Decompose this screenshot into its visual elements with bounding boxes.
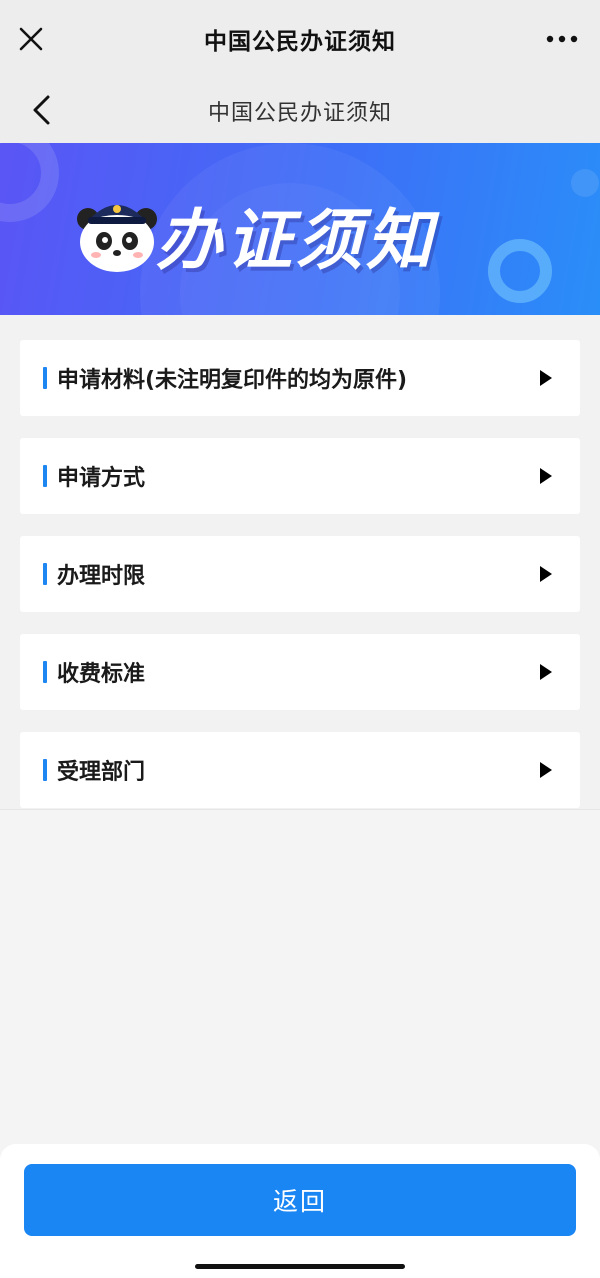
accent-bar xyxy=(43,563,47,585)
accent-bar xyxy=(43,465,47,487)
triangle-right-icon xyxy=(540,566,552,582)
return-button[interactable]: 返回 xyxy=(24,1164,576,1236)
accent-bar xyxy=(43,661,47,683)
accent-bar xyxy=(43,759,47,781)
more-dots-icon[interactable] xyxy=(542,22,582,56)
wechat-title: 中国公民办证须知 xyxy=(204,29,396,55)
footer-panel: 返回 xyxy=(0,1144,600,1278)
banner: 办证须知 xyxy=(0,143,600,315)
section-item-time-limit[interactable]: 办理时限 xyxy=(20,536,580,612)
page-title: 中国公民办证须知 xyxy=(207,100,392,126)
home-indicator xyxy=(195,1264,405,1269)
section-item-label: 申请材料(未注明复印件的均为原件) xyxy=(57,368,408,393)
wechat-title-bar: 中国公民办证须知 xyxy=(0,0,600,78)
panda-police-mascot xyxy=(77,205,157,272)
chevron-left-icon[interactable] xyxy=(24,92,60,128)
section-item-label: 收费标准 xyxy=(57,662,146,687)
page-nav-bar: 中国公民办证须知 xyxy=(0,78,600,143)
section-item-label: 办理时限 xyxy=(57,564,146,589)
section-item-method[interactable]: 申请方式 xyxy=(20,438,580,514)
banner-title: 办证须知 xyxy=(156,202,436,279)
section-item-label: 受理部门 xyxy=(57,760,146,785)
triangle-right-icon xyxy=(540,468,552,484)
section-item-materials[interactable]: 申请材料(未注明复印件的均为原件) xyxy=(20,340,580,416)
section-item-fees[interactable]: 收费标准 xyxy=(20,634,580,710)
section-list: 申请材料(未注明复印件的均为原件) 申请方式 办理时限 收费标准 受理部门 xyxy=(0,315,600,810)
triangle-right-icon xyxy=(540,370,552,386)
section-item-department[interactable]: 受理部门 xyxy=(20,732,580,808)
triangle-right-icon xyxy=(540,762,552,778)
section-item-label: 申请方式 xyxy=(57,466,146,491)
close-icon[interactable] xyxy=(14,22,48,56)
accent-bar xyxy=(43,367,47,389)
triangle-right-icon xyxy=(540,664,552,680)
